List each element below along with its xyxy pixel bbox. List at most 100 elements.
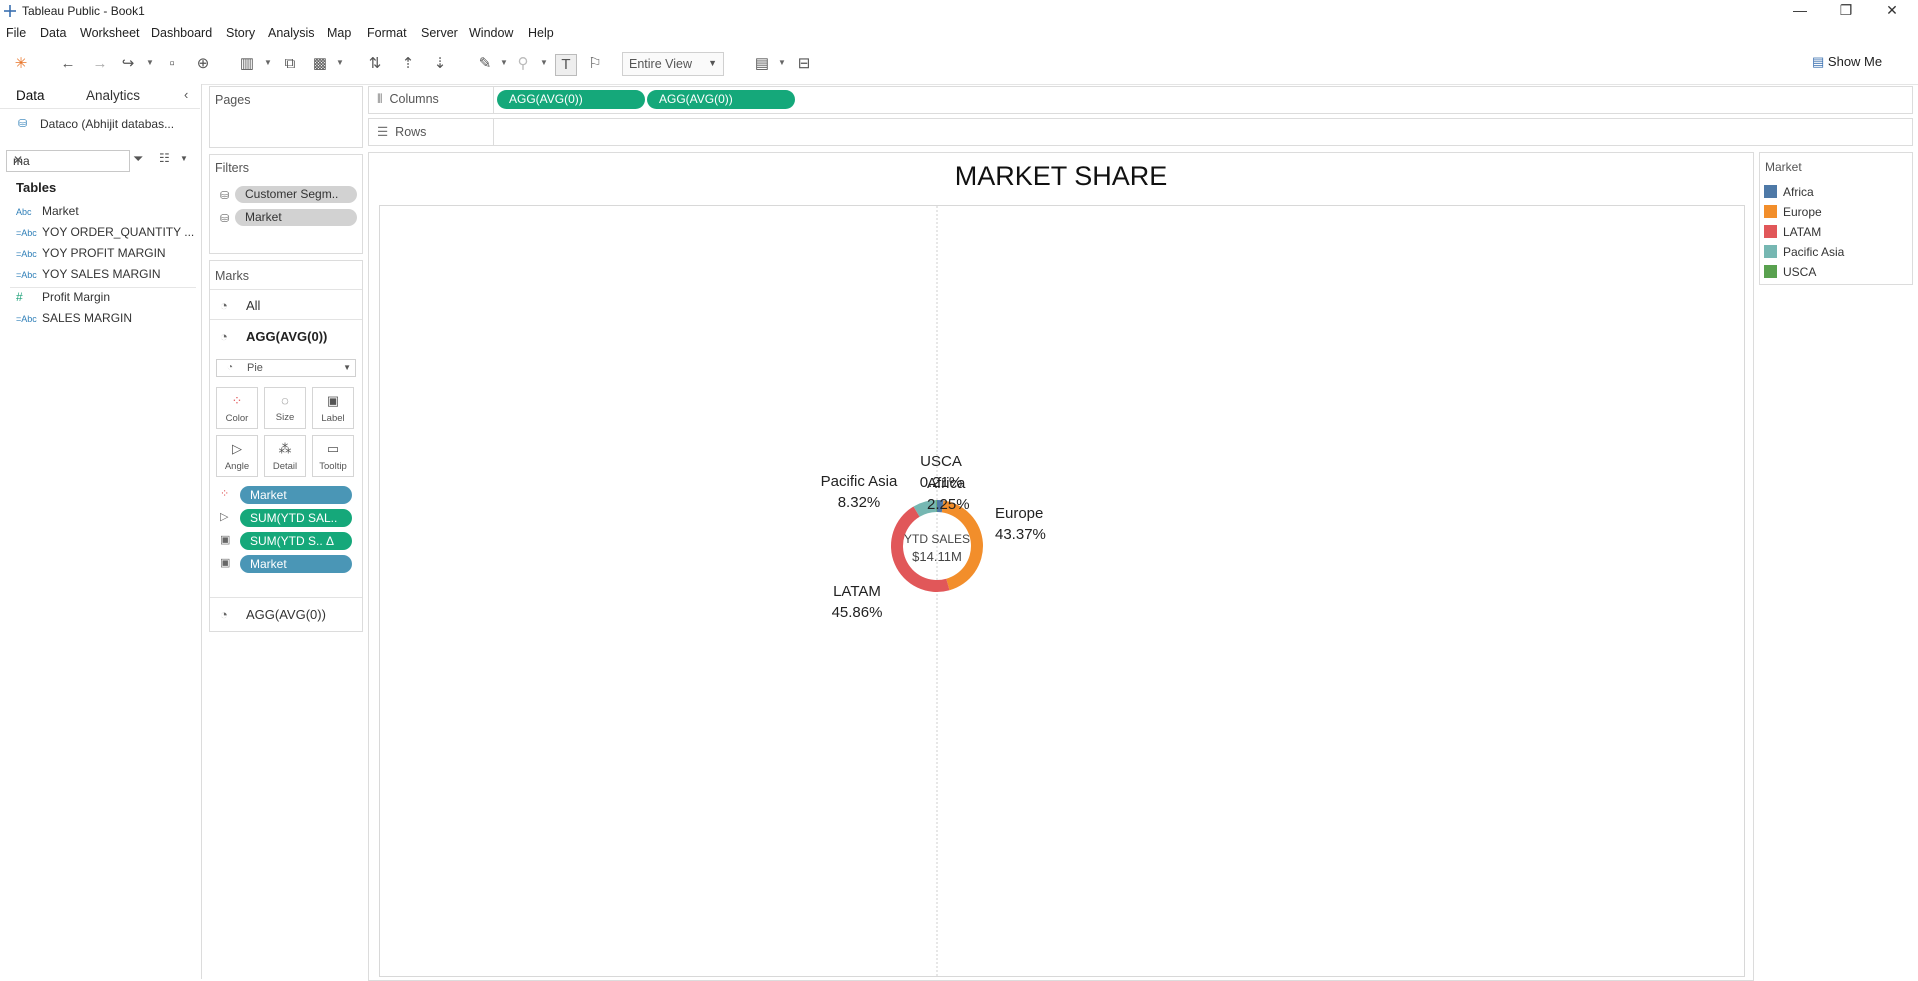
cards-icon[interactable]: ▤ xyxy=(752,54,772,74)
marks-card-agg[interactable]: AGG(AVG(0)) xyxy=(246,329,327,344)
chevron-down-icon[interactable]: ▼ xyxy=(180,154,188,163)
menu-data[interactable]: Data xyxy=(40,26,66,40)
field-search-input[interactable]: ma ✕ xyxy=(6,150,130,172)
legend-item-pacific-asia[interactable]: Pacific Asia xyxy=(1764,245,1844,259)
sort-descending-icon[interactable]: ⇣ xyxy=(430,54,450,74)
chevron-down-icon[interactable]: ▼ xyxy=(778,58,786,67)
highlight-icon[interactable]: ✎ xyxy=(475,54,495,74)
menu-worksheet[interactable]: Worksheet xyxy=(80,26,140,40)
legend-title: Market xyxy=(1765,160,1802,174)
tableau-home-icon[interactable]: ✳ xyxy=(11,54,31,74)
columns-shelf[interactable]: ⦀ Columns AGG(AVG(0)) AGG(AVG(0)) xyxy=(368,86,1913,114)
save-icon[interactable]: ▫ xyxy=(162,54,182,74)
show-labels-icon[interactable]: T xyxy=(555,54,577,76)
center-label-value: $14.11M xyxy=(912,549,962,564)
marks-pill-ytd-sales-label[interactable]: SUM(YTD S.. Δ xyxy=(240,532,352,550)
duplicate-icon[interactable]: ⧉ xyxy=(280,54,300,74)
field-market[interactable]: Abc Market xyxy=(16,204,79,218)
field-yoy-profit-margin[interactable]: =Abc YOY PROFIT MARGIN xyxy=(16,246,166,260)
mark-type-dropdown[interactable]: ◔ Pie ▼ xyxy=(216,359,356,377)
menu-bar: File Data Worksheet Dashboard Story Anal… xyxy=(0,24,1918,44)
menu-file[interactable]: File xyxy=(6,26,26,40)
legend-item-usca[interactable]: USCA xyxy=(1764,265,1816,279)
clear-search-icon[interactable]: ✕ xyxy=(13,153,125,167)
menu-server[interactable]: Server xyxy=(421,26,458,40)
new-worksheet-icon[interactable]: ▥ xyxy=(237,54,257,74)
tables-heading: Tables xyxy=(16,180,57,195)
legend-item-latam[interactable]: LATAM xyxy=(1764,225,1821,239)
columns-pill-2[interactable]: AGG(AVG(0)) xyxy=(647,90,795,109)
chevron-down-icon[interactable]: ▼ xyxy=(500,58,508,67)
pin-icon[interactable]: ⚐ xyxy=(585,54,605,74)
chevron-down-icon[interactable]: ▼ xyxy=(540,58,548,67)
marks-pill-market-color[interactable]: Market xyxy=(240,486,352,504)
color-legend[interactable]: Market Africa Europe LATAM Pacific Asia … xyxy=(1759,152,1913,285)
legend-item-europe[interactable]: Europe xyxy=(1764,205,1822,219)
tooltip-button[interactable]: ▭ Tooltip xyxy=(312,435,354,477)
fit-dropdown[interactable]: Entire View ▼ xyxy=(622,52,724,76)
datasource-name[interactable]: Dataco (Abhijit databas... xyxy=(40,117,174,131)
rows-shelf[interactable]: ☰ Rows xyxy=(368,118,1913,146)
restore-button[interactable]: ❐ xyxy=(1823,0,1869,22)
angle-button[interactable]: ▷ Angle xyxy=(216,435,258,477)
filter-market[interactable]: Market xyxy=(235,209,357,226)
field-profit-margin[interactable]: # Profit Margin xyxy=(16,290,110,304)
filter-customer-segment[interactable]: Customer Segm.. xyxy=(235,186,357,203)
divider xyxy=(210,597,362,598)
new-datasource-icon[interactable]: ⊕ xyxy=(193,54,213,74)
close-button[interactable]: ✕ xyxy=(1869,0,1915,22)
slice-label-europe: Europe 43.37% xyxy=(995,505,1046,543)
color-button[interactable]: ⁘ Color xyxy=(216,387,258,429)
menu-story[interactable]: Story xyxy=(226,26,255,40)
plot-area[interactable]: Africa 2.25% Europe 43.37% LATAM 45.86% Pacifi… xyxy=(379,205,1745,977)
marks-pill-ytd-sales-angle[interactable]: SUM(YTD SAL.. xyxy=(240,509,352,527)
field-sales-margin[interactable]: =Abc SALES MARGIN xyxy=(16,311,132,325)
marks-card-agg-2[interactable]: AGG(AVG(0)) xyxy=(246,607,326,622)
menu-window[interactable]: Window xyxy=(469,26,513,40)
worksheet-view[interactable]: MARKET SHARE Africa 2.25% Europe 43.37% LATA… xyxy=(368,152,1754,981)
tab-analytics[interactable]: Analytics xyxy=(86,88,140,103)
menu-dashboard[interactable]: Dashboard xyxy=(151,26,212,40)
sort-ascending-icon[interactable]: ⇡ xyxy=(398,54,418,74)
mark-type-value: Pie xyxy=(247,362,263,374)
redo-icon[interactable]: → xyxy=(90,54,110,74)
replay-icon[interactable]: ↪ xyxy=(118,54,138,74)
filters-shelf[interactable]: Filters ⛁ Customer Segm.. ⛁ Market xyxy=(209,154,363,254)
menu-help[interactable]: Help xyxy=(528,26,554,40)
donut-chart[interactable]: Africa 2.25%Europe 43.37%LATAM 45.86%Pacifi… xyxy=(380,206,1744,976)
pages-shelf[interactable]: Pages xyxy=(209,86,363,148)
marks-all[interactable]: All xyxy=(246,298,260,313)
calc-string-type-icon: =Abc xyxy=(16,270,37,280)
size-button[interactable]: ◌ Size xyxy=(264,387,306,429)
collapse-icon[interactable]: ‹ xyxy=(184,87,188,102)
chevron-down-icon[interactable]: ▼ xyxy=(336,58,344,67)
field-yoy-sales-margin[interactable]: =Abc YOY SALES MARGIN xyxy=(16,267,160,281)
columns-label: ⦀ Columns xyxy=(377,92,439,106)
toolbar: ✳ ← → ↪ ▼ ▫ ⊕ ▥ ▼ ⧉ ▩ ▼ ⇅ ⇡ ⇣ ✎ ▼ ⚲ ▼ T … xyxy=(0,44,1918,85)
marks-pill-market-label[interactable]: Market xyxy=(240,555,352,573)
columns-pill-1[interactable]: AGG(AVG(0)) xyxy=(497,90,645,109)
pie-icon: ◔ xyxy=(220,329,228,344)
menu-analysis[interactable]: Analysis xyxy=(268,26,315,40)
group-icon[interactable]: ⚲ xyxy=(513,54,533,74)
tab-data[interactable]: Data xyxy=(16,88,45,103)
field-yoy-order-quantity[interactable]: =Abc YOY ORDER_QUANTITY ... xyxy=(16,225,194,239)
clear-sheet-icon[interactable]: ▩ xyxy=(310,54,330,74)
detail-button[interactable]: ⁂ Detail xyxy=(264,435,306,477)
presentation-icon[interactable]: ⊟ xyxy=(794,54,814,74)
menu-format[interactable]: Format xyxy=(367,26,407,40)
filter-icon[interactable]: ⏷ xyxy=(133,151,143,167)
minimize-button[interactable]: — xyxy=(1777,0,1823,22)
view-options-icon[interactable]: ☷ xyxy=(159,151,170,165)
show-me-button[interactable]: ▤ Show Me xyxy=(1812,54,1882,70)
menu-map[interactable]: Map xyxy=(327,26,351,40)
legend-item-africa[interactable]: Africa xyxy=(1764,185,1814,199)
color-icon: ⁘ xyxy=(231,393,243,408)
chevron-down-icon[interactable]: ▼ xyxy=(264,58,272,67)
undo-icon[interactable]: ← xyxy=(58,54,78,74)
string-type-icon: Abc xyxy=(16,207,32,217)
swap-icon[interactable]: ⇅ xyxy=(365,54,385,74)
pie-icon: ◔ xyxy=(220,298,228,313)
chevron-down-icon[interactable]: ▼ xyxy=(146,58,154,67)
label-button[interactable]: ▣ Label xyxy=(312,387,354,429)
